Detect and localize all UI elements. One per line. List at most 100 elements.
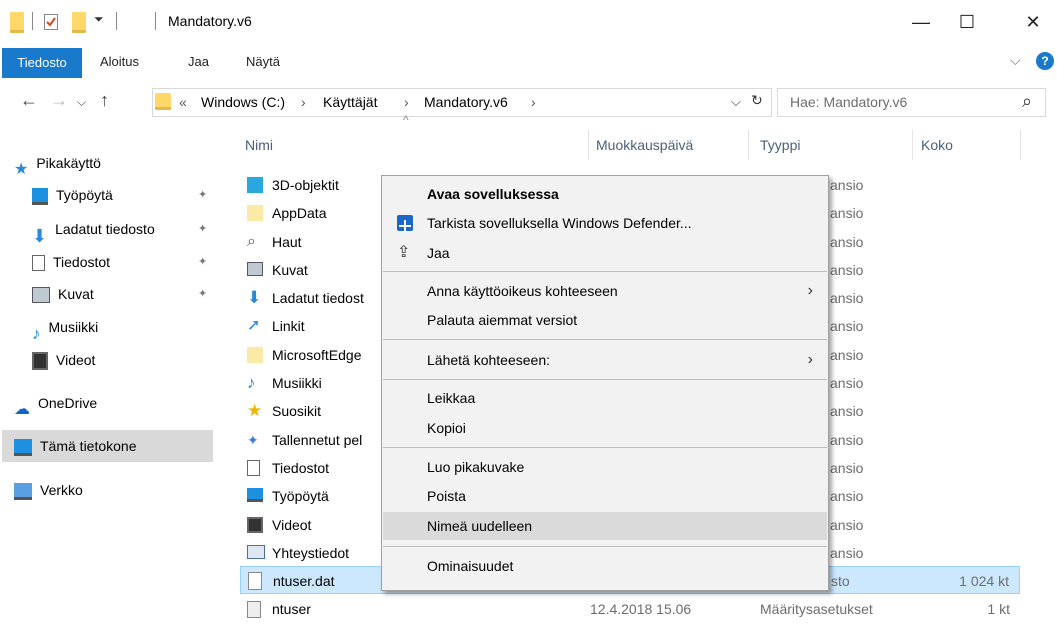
network-icon: [14, 482, 32, 500]
column-divider[interactable]: [588, 130, 589, 160]
forward-arrow-icon[interactable]: →: [50, 90, 68, 111]
menu-item-label: Ominaisuudet: [427, 558, 514, 574]
menu-item-delete[interactable]: Poista: [383, 482, 827, 510]
column-divider[interactable]: [748, 130, 749, 160]
search-icon[interactable]: ⌕: [1022, 91, 1032, 112]
file-type: ansio: [830, 262, 864, 278]
search-placeholder: Hae: Mandatory.v6: [790, 94, 908, 110]
file-type: ansio: [830, 290, 864, 306]
file-name: Suosikit: [272, 403, 322, 419]
tab-home[interactable]: Aloitus: [100, 54, 139, 69]
file-name: Linkit: [272, 318, 305, 334]
pin-icon[interactable]: ✦: [198, 188, 207, 201]
sidebar-item-videos[interactable]: Videot: [32, 347, 95, 373]
breadcrumb-separator[interactable]: ›: [404, 94, 409, 110]
properties-checkmark-icon[interactable]: [44, 14, 58, 30]
breadcrumb-overflow[interactable]: «: [179, 94, 187, 110]
sidebar-item-downloads[interactable]: ⬇ Ladatut tiedosto: [32, 216, 155, 246]
tab-file[interactable]: Tiedosto: [2, 48, 82, 78]
pin-icon[interactable]: ✦: [198, 287, 207, 300]
pin-icon[interactable]: ✦: [198, 255, 207, 268]
windows-defender-icon: [397, 215, 413, 232]
menu-item-properties[interactable]: Ominaisuudet: [383, 552, 827, 580]
file-name: Musiikki: [272, 375, 322, 391]
sidebar-item-network[interactable]: Verkko: [14, 477, 83, 503]
column-header-date[interactable]: Muokkauspäivä: [596, 137, 693, 153]
recent-locations-icon[interactable]: ⌵: [77, 95, 86, 110]
sidebar-item-label: Työpöytä: [56, 187, 113, 203]
address-bar[interactable]: « Windows (C:) › Käyttäjät › Mandatory.v…: [152, 88, 772, 117]
sidebar-item-label: Musiikki: [48, 319, 99, 335]
tab-view[interactable]: Näytä: [246, 54, 280, 69]
column-header-name[interactable]: Nimi: [245, 137, 273, 153]
file-type: ansio: [830, 205, 864, 221]
tab-share[interactable]: Jaa: [188, 54, 209, 69]
column-header-size[interactable]: Koko: [921, 137, 953, 153]
menu-item-copy[interactable]: Kopioi: [383, 414, 827, 442]
sidebar-item-label: Videot: [56, 352, 96, 368]
new-folder-icon[interactable]: [72, 12, 86, 33]
menu-item-create-shortcut[interactable]: Luo pikakuvake: [383, 453, 827, 481]
file-name: Ladatut tiedost: [272, 290, 364, 306]
minimize-button[interactable]: —: [898, 0, 944, 44]
menu-item-label: Jaa: [427, 245, 450, 261]
address-dropdown-icon[interactable]: ⌵: [731, 94, 741, 110]
maximize-button[interactable]: ☐: [944, 0, 990, 44]
up-arrow-icon[interactable]: ↑: [100, 90, 109, 111]
list-item[interactable]: ntuser 12.4.2018 15.06 Määritysasetukset…: [240, 595, 1020, 623]
divider: [155, 12, 156, 30]
menu-item-rename[interactable]: Nimeä uudelleen: [383, 512, 827, 540]
refresh-icon[interactable]: ↻: [751, 92, 763, 109]
breadcrumb-separator[interactable]: ›: [531, 94, 536, 110]
column-divider[interactable]: [1020, 130, 1021, 160]
sidebar-item-music[interactable]: ♪ Musiikki: [32, 314, 99, 343]
menu-item-label: Luo pikakuvake: [427, 459, 525, 475]
sidebar-item-pictures[interactable]: Kuvat: [32, 281, 94, 307]
menu-item-label: Leikkaa: [427, 390, 476, 406]
menu-item-cut[interactable]: Leikkaa: [383, 384, 827, 412]
sidebar-item-label: Kuvat: [58, 286, 94, 302]
breadcrumb-mandatory[interactable]: Mandatory.v6: [424, 94, 508, 110]
film-icon: [247, 517, 263, 533]
menu-item-label: Poista: [427, 488, 466, 504]
breadcrumb-separator[interactable]: ›: [301, 94, 306, 110]
folder-icon: [155, 93, 171, 110]
file-type: ansio: [830, 234, 864, 250]
desktop-icon: [32, 187, 48, 205]
link-arrow-icon: ➚: [247, 317, 261, 334]
close-button[interactable]: ✕: [1010, 0, 1056, 44]
menu-item-label: Palauta aiemmat versiot: [427, 312, 578, 328]
folder-icon[interactable]: [10, 12, 24, 33]
menu-item-restore[interactable]: Palauta aiemmat versiot: [383, 306, 827, 334]
sidebar-item-desktop[interactable]: Työpöytä: [32, 182, 113, 208]
breadcrumb-windows[interactable]: Windows (C:): [201, 94, 285, 110]
file-name: Kuvat: [272, 262, 308, 278]
file-type: ansio: [830, 432, 864, 448]
sidebar-item-documents[interactable]: Tiedostot: [32, 249, 110, 275]
back-arrow-icon[interactable]: ←: [20, 90, 38, 111]
file-type: sto: [831, 573, 850, 589]
breadcrumb-users[interactable]: Käyttäjät: [323, 94, 377, 110]
menu-item-label: Avaa sovelluksessa: [427, 186, 559, 202]
cloud-icon: ☁: [14, 401, 30, 419]
menu-item-send-to[interactable]: Lähetä kohteeseen: ›: [383, 346, 827, 374]
menu-item-defender[interactable]: Tarkista sovelluksella Windows Defender.…: [383, 209, 827, 237]
column-divider[interactable]: [912, 130, 913, 160]
file-type: ansio: [830, 375, 864, 391]
folder-icon: [247, 347, 263, 363]
column-header-type[interactable]: Tyyppi: [760, 137, 800, 153]
sidebar-item-quick-access[interactable]: ★ Pikakäyttö: [14, 150, 101, 178]
menu-item-share[interactable]: ⇪ Jaa: [383, 239, 827, 267]
ribbon-expand-icon[interactable]: ⌵: [1010, 52, 1021, 69]
customize-dropdown-icon[interactable]: ⏷: [94, 12, 104, 27]
menu-item-open-with[interactable]: Avaa sovelluksessa: [383, 180, 827, 208]
menu-separator: [383, 379, 827, 380]
pin-icon[interactable]: ✦: [198, 222, 207, 235]
sidebar-item-this-pc[interactable]: Tämä tietokone: [14, 433, 137, 459]
search-box[interactable]: Hae: Mandatory.v6 ⌕: [777, 88, 1046, 117]
menu-item-give-access[interactable]: Anna käyttöoikeus kohteeseen ›: [383, 277, 827, 305]
title-bar: ⏷ Mandatory.v6 — ☐ ✕: [0, 0, 1057, 44]
help-icon[interactable]: ?: [1036, 52, 1054, 70]
file-name: ntuser: [272, 601, 311, 617]
sidebar-item-onedrive[interactable]: ☁ OneDrive: [14, 390, 97, 419]
